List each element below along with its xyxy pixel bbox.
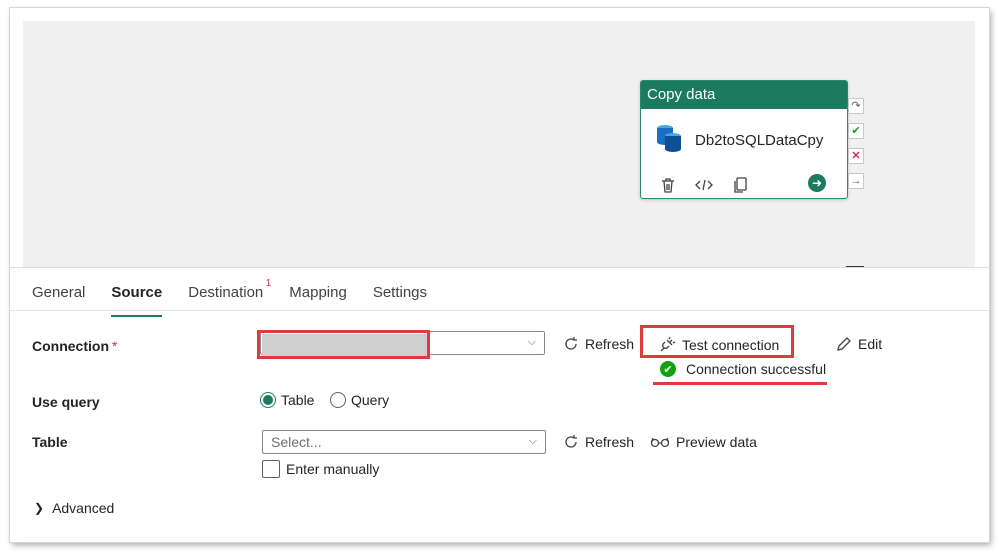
tab-label: Destination xyxy=(188,284,264,301)
advanced-label: Advanced xyxy=(52,500,115,516)
tab-label: General xyxy=(32,284,86,301)
radio-query[interactable]: Query xyxy=(330,392,389,408)
enter-manually-checkbox[interactable]: Enter manually xyxy=(262,460,379,478)
table-label: Table xyxy=(32,434,68,450)
refresh-icon xyxy=(565,435,577,448)
status-highlight-underline xyxy=(653,382,827,385)
tab-label: Source xyxy=(111,284,163,301)
connection-highlight xyxy=(257,330,430,359)
connection-status: ✔ Connection successful xyxy=(660,361,826,377)
required-mark: * xyxy=(112,338,118,354)
tab-settings[interactable]: Settings xyxy=(373,284,427,309)
preview-data-button[interactable]: Preview data xyxy=(650,434,757,450)
pipeline-editor: Copy data Db2toSQLDataCpy ➜ ↷ ✔ ✕ → Gene… xyxy=(10,8,989,542)
test-connection-label: Test connection xyxy=(682,337,780,353)
copy-icon[interactable] xyxy=(729,174,751,196)
fail-x-icon[interactable]: ✕ xyxy=(848,148,864,164)
pencil-icon xyxy=(837,337,851,351)
refresh-label: Refresh xyxy=(585,434,635,450)
delete-icon[interactable] xyxy=(657,174,679,196)
radio-label: Table xyxy=(281,392,315,408)
refresh-label: Refresh xyxy=(585,336,635,352)
success-check-icon: ✔ xyxy=(660,361,676,377)
tab-general[interactable]: General xyxy=(32,284,85,309)
radio-table[interactable]: Table xyxy=(260,392,314,408)
chevron-right-icon: ❯ xyxy=(34,501,45,515)
run-arrow-icon[interactable]: ➜ xyxy=(808,174,826,192)
activity-type-title: Copy data xyxy=(641,81,847,109)
database-icon xyxy=(655,123,683,158)
activity-output-handles: ↷ ✔ ✕ → xyxy=(848,98,864,189)
properties-tabs: General Source Destination 1 Mapping Sett… xyxy=(32,278,453,317)
connection-label: Connection * xyxy=(32,338,117,354)
tab-destination[interactable]: Destination 1 xyxy=(188,278,271,309)
refresh-icon xyxy=(565,337,577,350)
test-connection-button[interactable]: Test connection xyxy=(658,336,779,354)
table-select-placeholder: Select... xyxy=(271,434,322,450)
chevron-down-icon: ⌵ xyxy=(527,336,536,348)
use-query-label: Use query xyxy=(32,394,100,410)
edit-label: Edit xyxy=(858,336,883,352)
code-icon[interactable] xyxy=(693,174,715,196)
plug-icon xyxy=(660,336,676,352)
tabs-divider xyxy=(10,310,989,311)
table-refresh-button[interactable]: Refresh xyxy=(563,434,634,450)
success-check-icon[interactable]: ✔ xyxy=(848,123,864,139)
preview-data-label: Preview data xyxy=(676,434,757,450)
connection-refresh-button[interactable]: Refresh xyxy=(563,336,634,352)
connection-label-text: Connection xyxy=(32,338,109,354)
tab-source[interactable]: Source xyxy=(111,284,163,317)
panel-divider xyxy=(10,267,989,268)
skip-icon[interactable]: ↷ xyxy=(848,98,864,114)
radio-selected-icon xyxy=(260,392,276,408)
tab-mapping[interactable]: Mapping xyxy=(289,284,347,309)
radio-unselected-icon xyxy=(330,392,346,408)
tab-label: Mapping xyxy=(289,284,347,301)
tab-label: Settings xyxy=(372,284,428,301)
checkbox-box xyxy=(262,460,280,478)
glasses-icon xyxy=(650,437,670,448)
radio-label: Query xyxy=(351,392,390,408)
activity-name: Db2toSQLDataCpy xyxy=(695,132,824,149)
edit-connection-button[interactable]: Edit xyxy=(836,336,882,352)
error-count-badge: 1 xyxy=(265,278,272,289)
advanced-expander[interactable]: ❯ Advanced xyxy=(34,500,114,516)
table-select[interactable]: Select... ⌵ xyxy=(262,430,546,454)
enter-manually-label: Enter manually xyxy=(286,461,380,477)
copy-data-activity[interactable]: Copy data Db2toSQLDataCpy ➜ xyxy=(640,80,848,199)
chevron-down-icon: ⌵ xyxy=(528,435,537,447)
connection-status-text: Connection successful xyxy=(686,361,827,377)
completion-arrow-icon[interactable]: → xyxy=(848,173,864,189)
